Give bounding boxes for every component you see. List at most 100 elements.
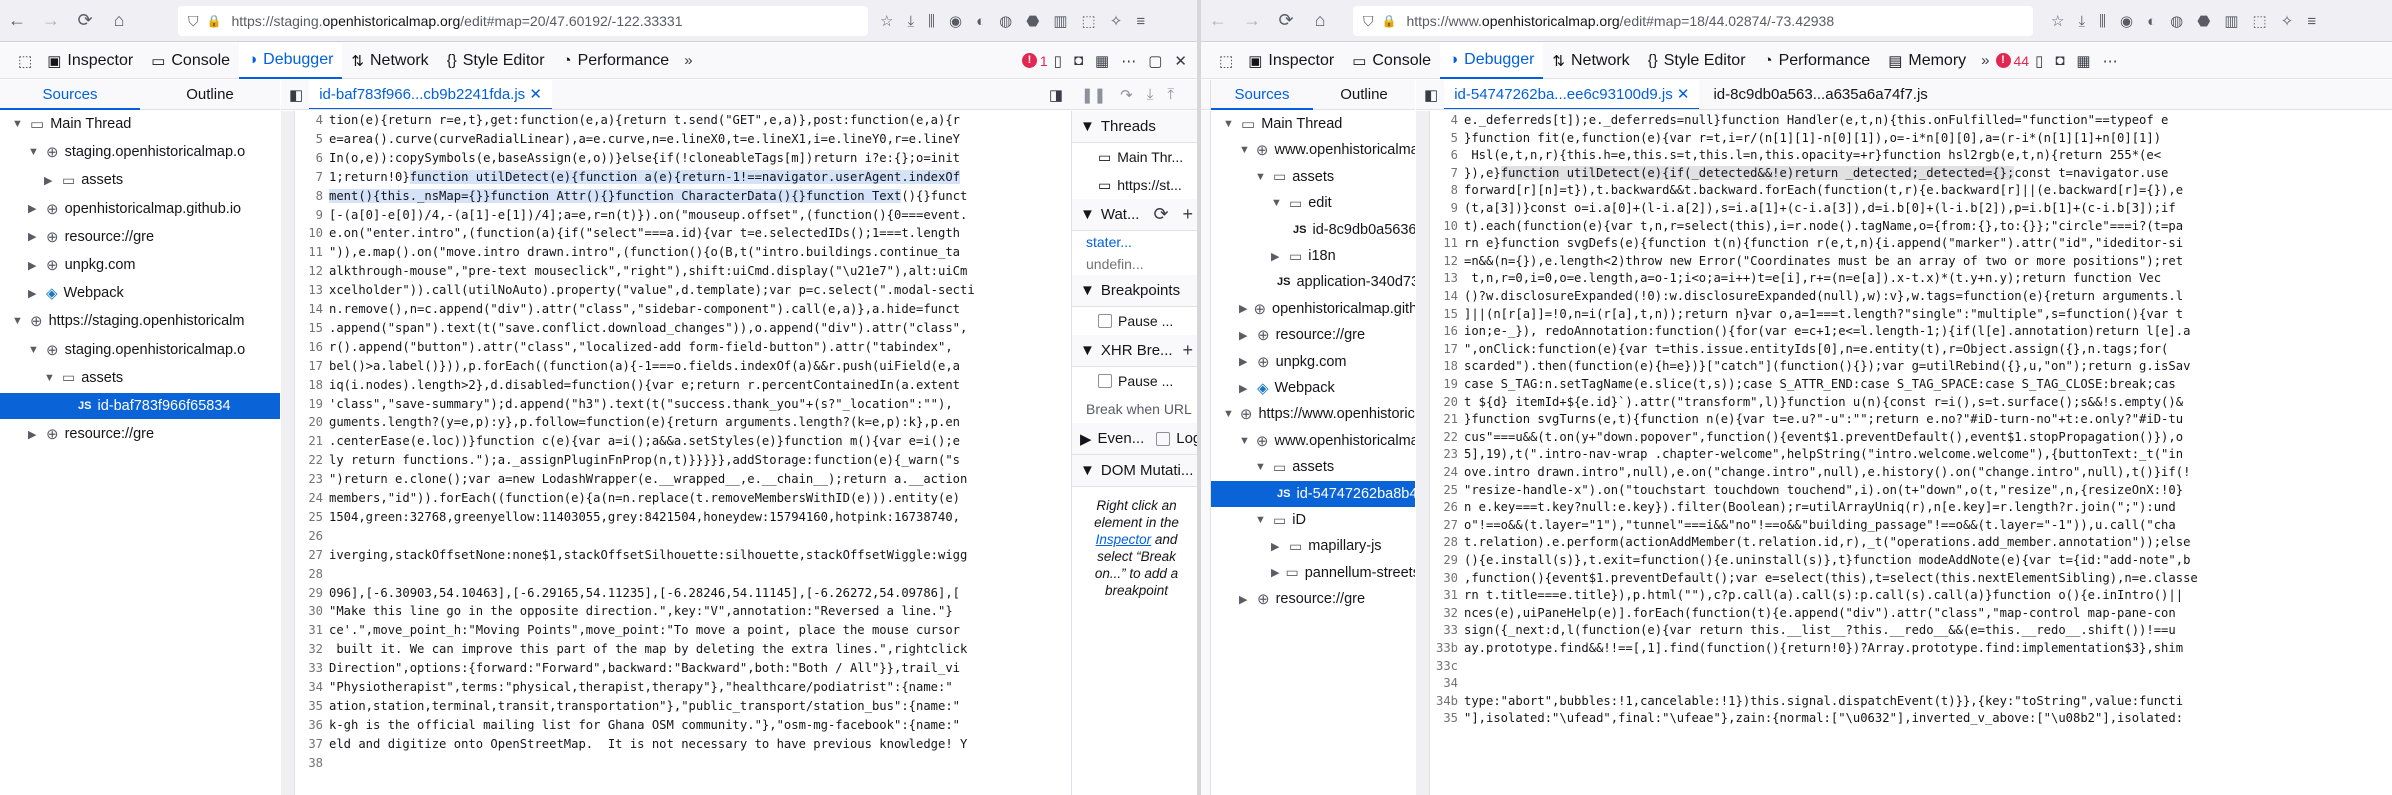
close-tab-icon[interactable]: ✕ (529, 86, 542, 103)
line-number[interactable]: 21 (295, 432, 323, 450)
line-number[interactable]: 34 (1430, 674, 1458, 692)
menu-icon[interactable]: ≡ (2307, 13, 2316, 30)
expand-arrow-icon[interactable]: ▶ (28, 287, 40, 300)
tree-item[interactable]: ▶ ⊕ resource://gre (0, 421, 280, 447)
extension-icon[interactable]: ◐ (976, 13, 985, 30)
toggle-sidebar-icon[interactable]: ◧ (1416, 86, 1444, 104)
line-number[interactable]: 38 (295, 754, 323, 772)
log-checkbox[interactable] (1156, 431, 1171, 446)
line-number[interactable]: 17 (1430, 340, 1458, 358)
tab-outline[interactable]: Outline (1313, 80, 1415, 110)
screenshot-icon[interactable]: ⬚ (1082, 12, 1096, 30)
tree-item[interactable]: ▼ ⊕ staging.openhistoricalmap.o (0, 337, 280, 363)
extension-icon[interactable]: ◐ (2147, 13, 2156, 30)
tab-style-editor[interactable]: {} Style Editor (438, 43, 554, 79)
right-url-bar[interactable]: ⛉ 🔒 https://www. openhistoricalmap.org/ed… (1353, 6, 2033, 36)
bookmark-icon[interactable]: ▥ (1053, 12, 1067, 30)
shield-icon[interactable]: ⛉ (188, 13, 199, 30)
inspector-link[interactable]: Inspector (1096, 532, 1152, 547)
expand-arrow-icon[interactable]: ▶ (44, 174, 56, 187)
tree-item[interactable]: ▶ ⊕ resource://gre (0, 224, 280, 250)
line-number[interactable]: 13 (295, 281, 323, 299)
tree-item[interactable]: ▼ ⊕ https://staging.openhistoricalm (0, 308, 280, 334)
tree-item[interactable]: ▼ ▭ assets (0, 365, 280, 391)
tab-network[interactable]: ⇅ Network (1543, 43, 1638, 79)
line-number[interactable]: 29 (295, 584, 323, 602)
star-icon[interactable]: ☆ (2051, 12, 2064, 30)
line-number[interactable]: 6 (1430, 146, 1458, 164)
refresh-icon[interactable]: ⟳ (1153, 204, 1168, 225)
element-picker-icon[interactable]: ⬚ (1201, 52, 1239, 70)
left-code-editor[interactable]: 4 tion(e){return r=e,t},get:function(e,a)… (295, 111, 1071, 795)
tab-sources[interactable]: Sources (1211, 80, 1313, 110)
expand-arrow-icon[interactable]: ▼ (1223, 408, 1234, 420)
tab-outline[interactable]: Outline (140, 80, 280, 110)
line-number[interactable]: 19 (1430, 375, 1458, 393)
line-number[interactable]: 19 (295, 395, 323, 413)
expand-arrow-icon[interactable]: ▶ (1271, 540, 1283, 553)
line-number[interactable]: 23 (1430, 445, 1458, 463)
screenshot-tool-icon[interactable]: ◘ (2049, 52, 2070, 69)
line-number[interactable]: 20 (295, 413, 323, 431)
line-number[interactable]: 11 (295, 243, 323, 261)
element-picker-icon[interactable]: ⬚ (0, 52, 38, 70)
reload-icon[interactable]: ⟳ (1269, 10, 1303, 31)
step-out-icon[interactable]: ⤒ (1167, 86, 1174, 103)
line-number[interactable]: 13 (1430, 269, 1458, 287)
tree-item[interactable]: ▼ ▭ assets (1211, 454, 1415, 480)
line-number[interactable]: 26 (295, 527, 323, 545)
line-number[interactable]: 34 (295, 678, 323, 696)
pause-xhr-row[interactable]: Pause ... (1072, 367, 1201, 395)
tree-item[interactable]: ▶ ◈ Webpack (1211, 375, 1415, 401)
events-header[interactable]: ▶ Even... Log (1072, 423, 1201, 455)
tree-item[interactable]: ▶ ◈ Webpack (0, 280, 280, 306)
tree-item[interactable]: ▶ ⊕ openhistoricalmap.github.io (0, 196, 280, 222)
account-icon[interactable]: ◉ (949, 12, 962, 30)
line-number[interactable]: 23 (295, 470, 323, 488)
line-number[interactable]: 6 (295, 149, 323, 167)
forward-icon[interactable]: → (34, 10, 68, 31)
expand-arrow-icon[interactable]: ▶ (1271, 250, 1283, 263)
line-number[interactable]: 20 (1430, 393, 1458, 411)
screenshot-icon[interactable]: ⬚ (2253, 12, 2267, 30)
line-number[interactable]: 18 (295, 376, 323, 394)
line-number[interactable]: 25 (1430, 481, 1458, 499)
pause-exceptions-checkbox[interactable] (1098, 314, 1112, 328)
tree-item-selected[interactable]: JS id-54747262ba8b4e4 (1211, 480, 1415, 507)
tree-item[interactable]: ▼ ⊕ staging.openhistoricalmap.o (0, 139, 280, 165)
expand-arrow-icon[interactable]: ▼ (1239, 435, 1250, 447)
pause-xhr-checkbox[interactable] (1098, 374, 1112, 388)
tree-item[interactable]: ▶ ▭ assets (0, 167, 280, 193)
break-when-url[interactable]: Break when URL (1072, 395, 1201, 423)
expand-arrow-icon[interactable]: ▶ (28, 428, 40, 441)
error-count-badge[interactable]: ! 44 (1995, 53, 2029, 69)
tree-item[interactable]: ▼ ▭ edit (1211, 190, 1415, 216)
menu-icon[interactable]: ≡ (1136, 13, 1145, 30)
line-number[interactable]: 22 (295, 451, 323, 469)
line-number[interactable]: 28 (295, 565, 323, 583)
toggle-sidebar-icon[interactable]: ◧ (281, 86, 309, 104)
close-tab-icon[interactable]: ✕ (1677, 86, 1690, 103)
tree-item[interactable]: ▼ ▭ Main Thread (1211, 111, 1415, 137)
line-number[interactable]: 31 (295, 621, 323, 639)
tree-item[interactable]: ▼ ⊕ https://www.openhistoricalmap (1211, 401, 1415, 427)
line-number[interactable]: 4 (1430, 111, 1458, 129)
line-number[interactable]: 27 (1430, 516, 1458, 534)
expand-arrow-icon[interactable]: ▼ (1255, 514, 1267, 526)
line-number[interactable]: 33 (1430, 621, 1458, 639)
dock-icon[interactable]: ▢ (1142, 52, 1168, 70)
line-number[interactable]: 29 (1430, 551, 1458, 569)
tab-sources[interactable]: Sources (0, 80, 140, 110)
tree-item[interactable]: ▶ ⊕ resource://gre (1211, 586, 1415, 612)
line-number[interactable]: 4 (295, 111, 323, 129)
line-number[interactable]: 16 (1430, 322, 1458, 340)
line-number[interactable]: 7 (295, 168, 323, 186)
line-number[interactable]: 14 (295, 300, 323, 318)
expand-arrow-icon[interactable]: ▼ (28, 146, 40, 158)
tab-console[interactable]: ▭ Console (142, 43, 239, 79)
star-icon[interactable]: ☆ (880, 12, 893, 30)
tree-item[interactable]: ▼ ▭ assets (1211, 164, 1415, 190)
extension2-icon[interactable]: ◍ (2170, 12, 2183, 30)
expand-arrow-icon[interactable]: ▼ (1255, 171, 1267, 183)
line-number[interactable]: 31 (1430, 586, 1458, 604)
